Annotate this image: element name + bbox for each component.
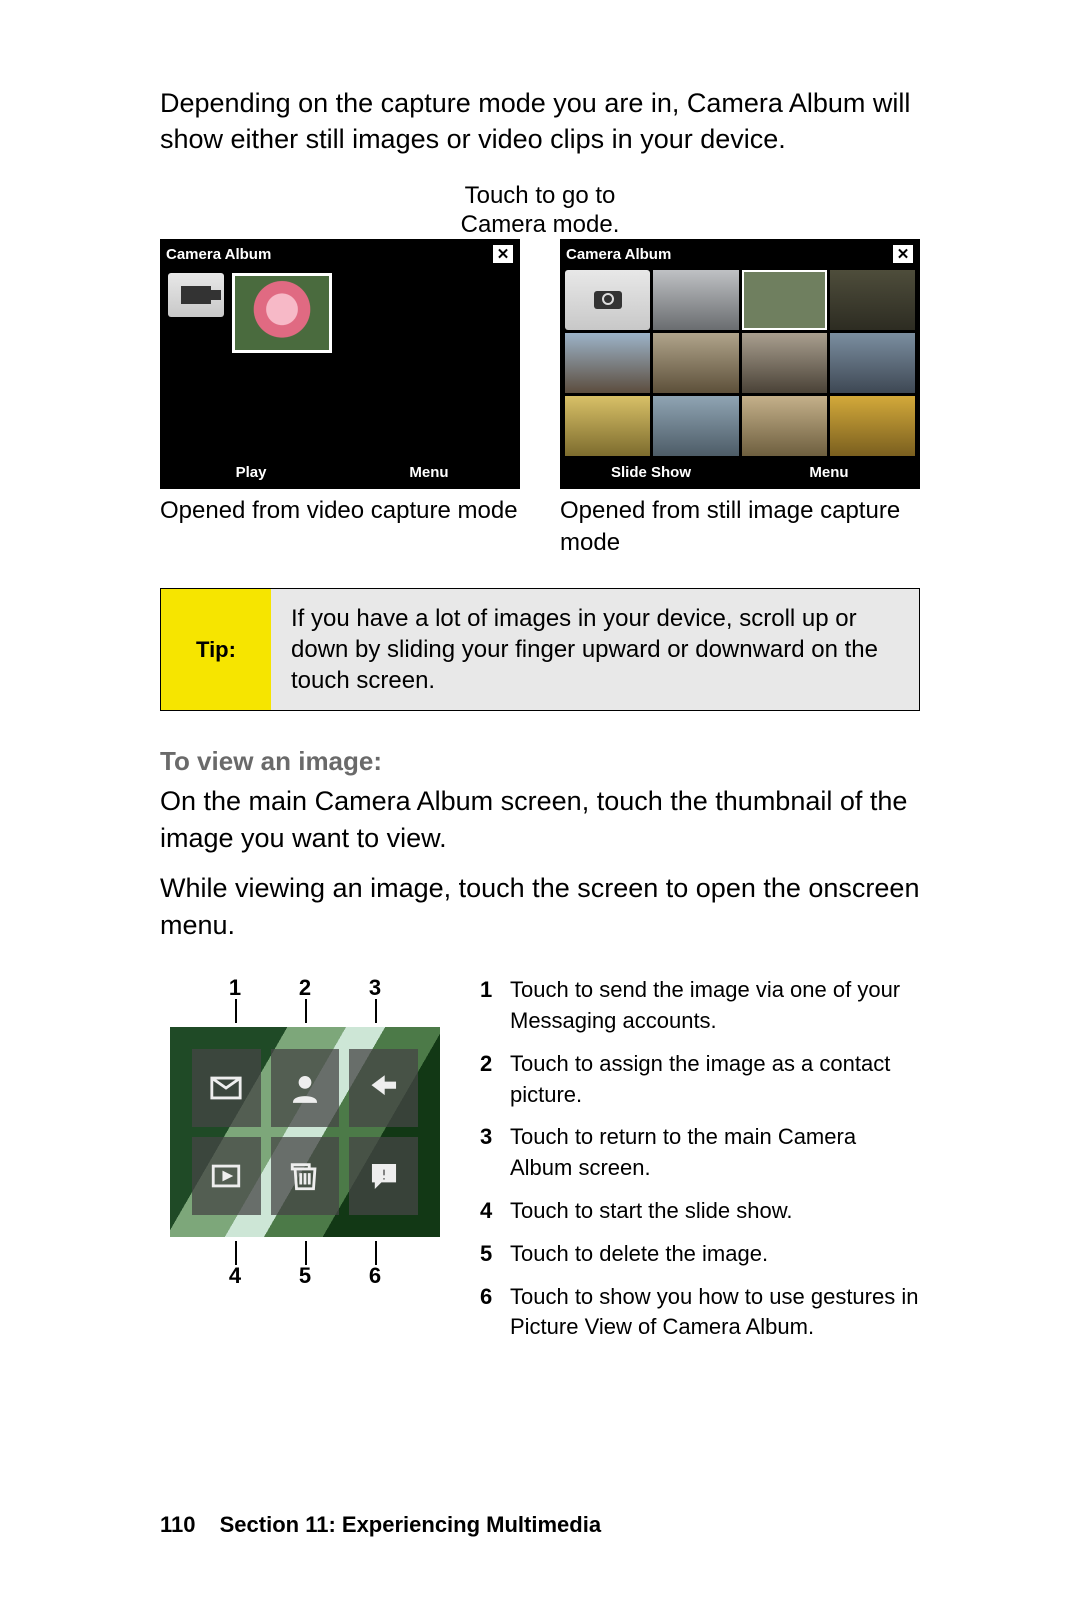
tip-text: If you have a lot of images in your devi… bbox=[271, 589, 919, 711]
video-mode-screenshot: Camera Album ✕ Play Menu bbox=[160, 239, 520, 489]
image-thumbnail[interactable] bbox=[830, 396, 915, 456]
slideshow-button[interactable]: Slide Show bbox=[562, 459, 740, 487]
callout-5: 5 bbox=[299, 1263, 311, 1289]
still-camera-icon bbox=[594, 291, 622, 309]
still-caption: Opened from still image capture mode bbox=[560, 495, 920, 557]
delete-button[interactable] bbox=[271, 1137, 340, 1215]
callout-2: 2 bbox=[299, 975, 311, 1001]
image-thumbnail[interactable] bbox=[742, 396, 827, 456]
callout-1: 1 bbox=[229, 975, 241, 1001]
section-title: Section 11: Experiencing Multimedia bbox=[220, 1512, 601, 1537]
callout-6: 6 bbox=[369, 1263, 381, 1289]
send-button[interactable] bbox=[192, 1049, 261, 1127]
page-footer: 110 Section 11: Experiencing Multimedia bbox=[160, 1512, 920, 1538]
view-image-para1: On the main Camera Album screen, touch t… bbox=[160, 783, 920, 856]
image-thumbnail[interactable] bbox=[653, 396, 738, 456]
contact-button[interactable] bbox=[271, 1049, 340, 1127]
menu-button[interactable]: Menu bbox=[340, 459, 518, 487]
top-annotation: Touch to go to Camera mode. bbox=[160, 176, 920, 240]
image-thumbnail[interactable] bbox=[565, 396, 650, 456]
callout-list: 1Touch to send the image via one of your… bbox=[480, 975, 920, 1343]
image-thumbnail[interactable] bbox=[830, 333, 915, 393]
list-item: Touch to return to the main Camera Album… bbox=[510, 1122, 920, 1184]
image-thumbnail[interactable] bbox=[830, 270, 915, 330]
list-num: 5 bbox=[480, 1239, 510, 1270]
image-thumbnail[interactable] bbox=[653, 333, 738, 393]
list-item: Touch to delete the image. bbox=[510, 1239, 768, 1270]
image-viewer-screenshot bbox=[170, 1027, 440, 1237]
camera-mode-button[interactable] bbox=[168, 273, 224, 317]
list-num: 2 bbox=[480, 1049, 510, 1111]
tip-label: Tip: bbox=[161, 589, 271, 711]
list-num: 1 bbox=[480, 975, 510, 1037]
play-button[interactable]: Play bbox=[162, 459, 340, 487]
callout-labels-bottom: 4 5 6 bbox=[160, 1261, 450, 1289]
callout-3: 3 bbox=[369, 975, 381, 1001]
tip-box: Tip: If you have a lot of images in your… bbox=[160, 588, 920, 712]
view-image-heading: To view an image: bbox=[160, 746, 920, 777]
video-title: Camera Album bbox=[166, 246, 271, 263]
slideshow-button[interactable] bbox=[192, 1137, 261, 1215]
intro-paragraph: Depending on the capture mode you are in… bbox=[160, 85, 920, 158]
video-thumbnail[interactable] bbox=[232, 273, 332, 353]
image-thumbnail[interactable] bbox=[565, 333, 650, 393]
list-item: Touch to start the slide show. bbox=[510, 1196, 793, 1227]
top-annotation-line2: Camera mode. bbox=[461, 211, 620, 238]
list-num: 3 bbox=[480, 1122, 510, 1184]
callout-labels-top: 1 2 3 bbox=[160, 975, 450, 1003]
back-button[interactable] bbox=[349, 1049, 418, 1127]
image-thumbnail[interactable] bbox=[653, 270, 738, 330]
list-item: Touch to assign the image as a contact p… bbox=[510, 1049, 920, 1111]
list-num: 4 bbox=[480, 1196, 510, 1227]
video-camera-icon bbox=[181, 286, 211, 304]
image-thumbnail-selected[interactable] bbox=[742, 270, 827, 330]
list-num: 6 bbox=[480, 1282, 510, 1344]
callout-4: 4 bbox=[229, 1263, 241, 1289]
close-icon[interactable]: ✕ bbox=[492, 244, 514, 264]
video-caption: Opened from video capture mode bbox=[160, 495, 520, 526]
list-item: Touch to send the image via one of your … bbox=[510, 975, 920, 1037]
view-image-para2: While viewing an image, touch the screen… bbox=[160, 870, 920, 943]
still-mode-screenshot: Camera Album ✕ bbox=[560, 239, 920, 489]
top-annotation-line1: Touch to go to bbox=[465, 182, 616, 209]
help-button[interactable] bbox=[349, 1137, 418, 1215]
camera-mode-button[interactable] bbox=[565, 270, 650, 330]
image-thumbnail[interactable] bbox=[742, 333, 827, 393]
menu-button[interactable]: Menu bbox=[740, 459, 918, 487]
still-title: Camera Album bbox=[566, 246, 671, 263]
list-item: Touch to show you how to use gestures in… bbox=[510, 1282, 920, 1344]
page-number: 110 bbox=[160, 1512, 196, 1537]
close-icon[interactable]: ✕ bbox=[892, 244, 914, 264]
